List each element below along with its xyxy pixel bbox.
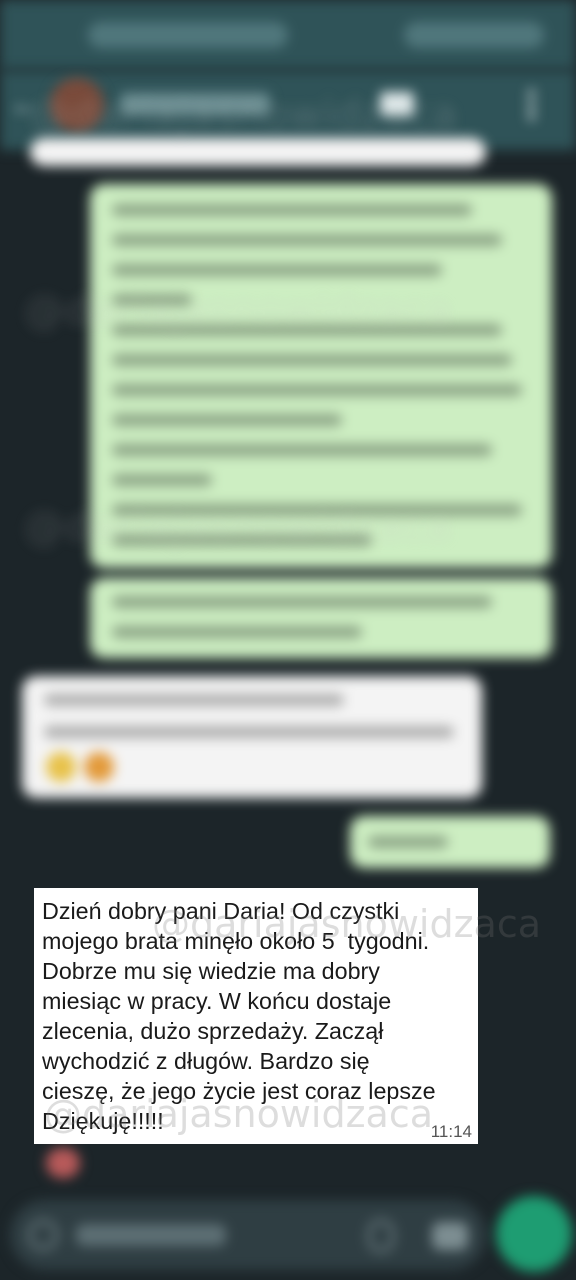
mic-button[interactable] <box>496 1196 572 1272</box>
watermark: @dariajasnowidzaca <box>24 288 452 334</box>
watermark: @dariajasnowidzaca <box>152 902 542 946</box>
highlighted-message: Dzień dobry pani Daria! Od czystki mojeg… <box>34 888 541 1144</box>
message-timestamp: 11:14 <box>430 1122 472 1141</box>
message-input-placeholder[interactable] <box>76 1224 226 1246</box>
message-bubble <box>22 676 482 798</box>
message-bubble <box>90 578 552 658</box>
camera-icon[interactable] <box>432 1222 468 1250</box>
status-bar <box>0 0 576 70</box>
watermark: @dariajasnowidzaca <box>44 1092 434 1136</box>
more-vert-icon[interactable] <box>528 90 536 120</box>
status-bar-right-info <box>404 22 544 48</box>
attach-icon[interactable] <box>368 1220 394 1252</box>
message-bubble <box>350 816 550 868</box>
watermark: @dariajasnowidzaca <box>30 92 458 138</box>
emoji-icon[interactable] <box>28 1220 58 1250</box>
message-bubble <box>30 138 486 166</box>
reaction-badge <box>46 1148 80 1178</box>
status-bar-left-info <box>88 22 288 48</box>
watermark: @dariajasnowidzaca <box>24 504 452 550</box>
